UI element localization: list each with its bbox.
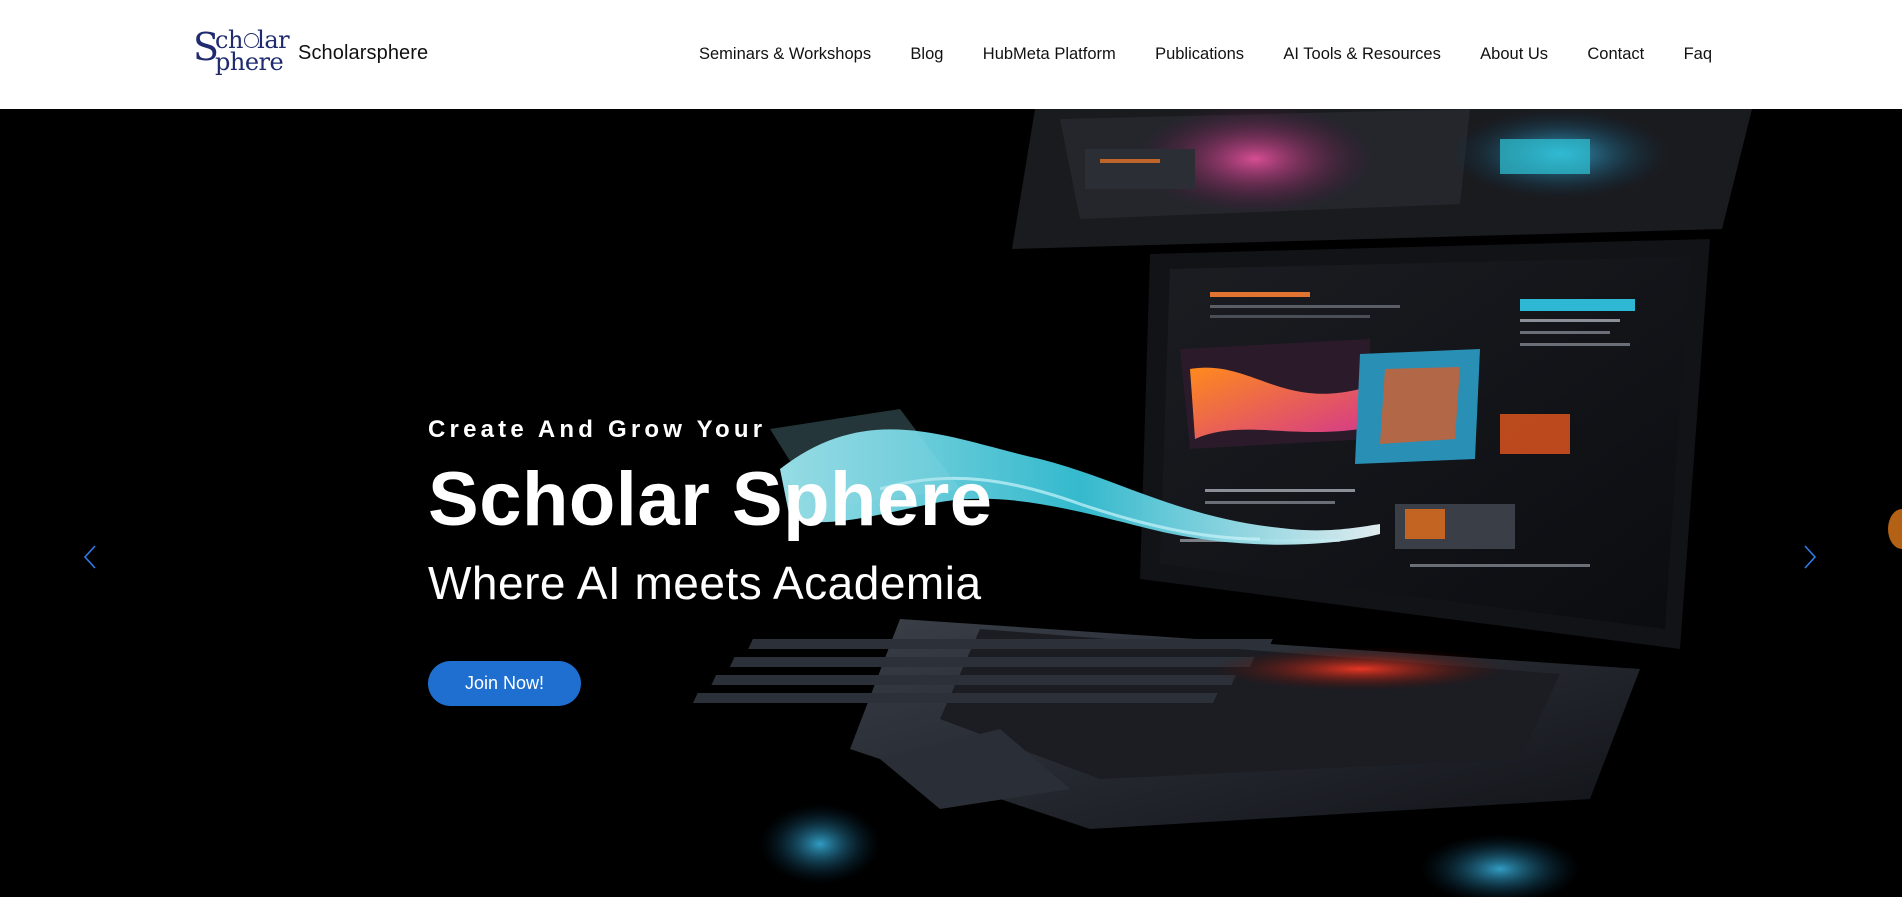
nav-item-faq[interactable]: Faq: [1684, 45, 1712, 64]
slider-prev-button[interactable]: [76, 540, 104, 574]
hero-content: Create And Grow Your Scholar Sphere Wher…: [428, 416, 993, 706]
main-nav: Seminars & Workshops Blog HubMeta Platfo…: [699, 0, 1712, 109]
brand[interactable]: S ch lar phere Scholarsphere: [193, 26, 428, 80]
chevron-left-icon: [83, 545, 96, 569]
nav-item-hubmeta-platform[interactable]: HubMeta Platform: [983, 45, 1116, 64]
nav-item-seminars-workshops[interactable]: Seminars & Workshops: [699, 45, 871, 64]
chevron-right-icon: [1804, 545, 1817, 569]
hero-subtitle: Where AI meets Academia: [428, 557, 982, 609]
nav-item-publications[interactable]: Publications: [1155, 45, 1244, 64]
nav-item-ai-tools-resources[interactable]: AI Tools & Resources: [1283, 45, 1440, 64]
scholarsphere-logo[interactable]: S ch lar phere: [193, 26, 290, 80]
nav-item-about-us[interactable]: About Us: [1480, 45, 1548, 64]
hero-slider: Create And Grow Your Scholar Sphere Wher…: [0, 109, 1902, 897]
nav-item-blog[interactable]: Blog: [910, 45, 943, 64]
site-header: S ch lar phere Scholarsphere Seminars & …: [0, 0, 1902, 109]
hero-title: Scholar Sphere: [428, 457, 993, 542]
brand-name[interactable]: Scholarsphere: [298, 42, 428, 65]
nav-item-contact[interactable]: Contact: [1587, 45, 1644, 64]
slider-next-button[interactable]: [1796, 540, 1824, 574]
join-now-button[interactable]: Join Now!: [428, 661, 581, 706]
hero-eyebrow: Create And Grow Your: [428, 416, 767, 443]
